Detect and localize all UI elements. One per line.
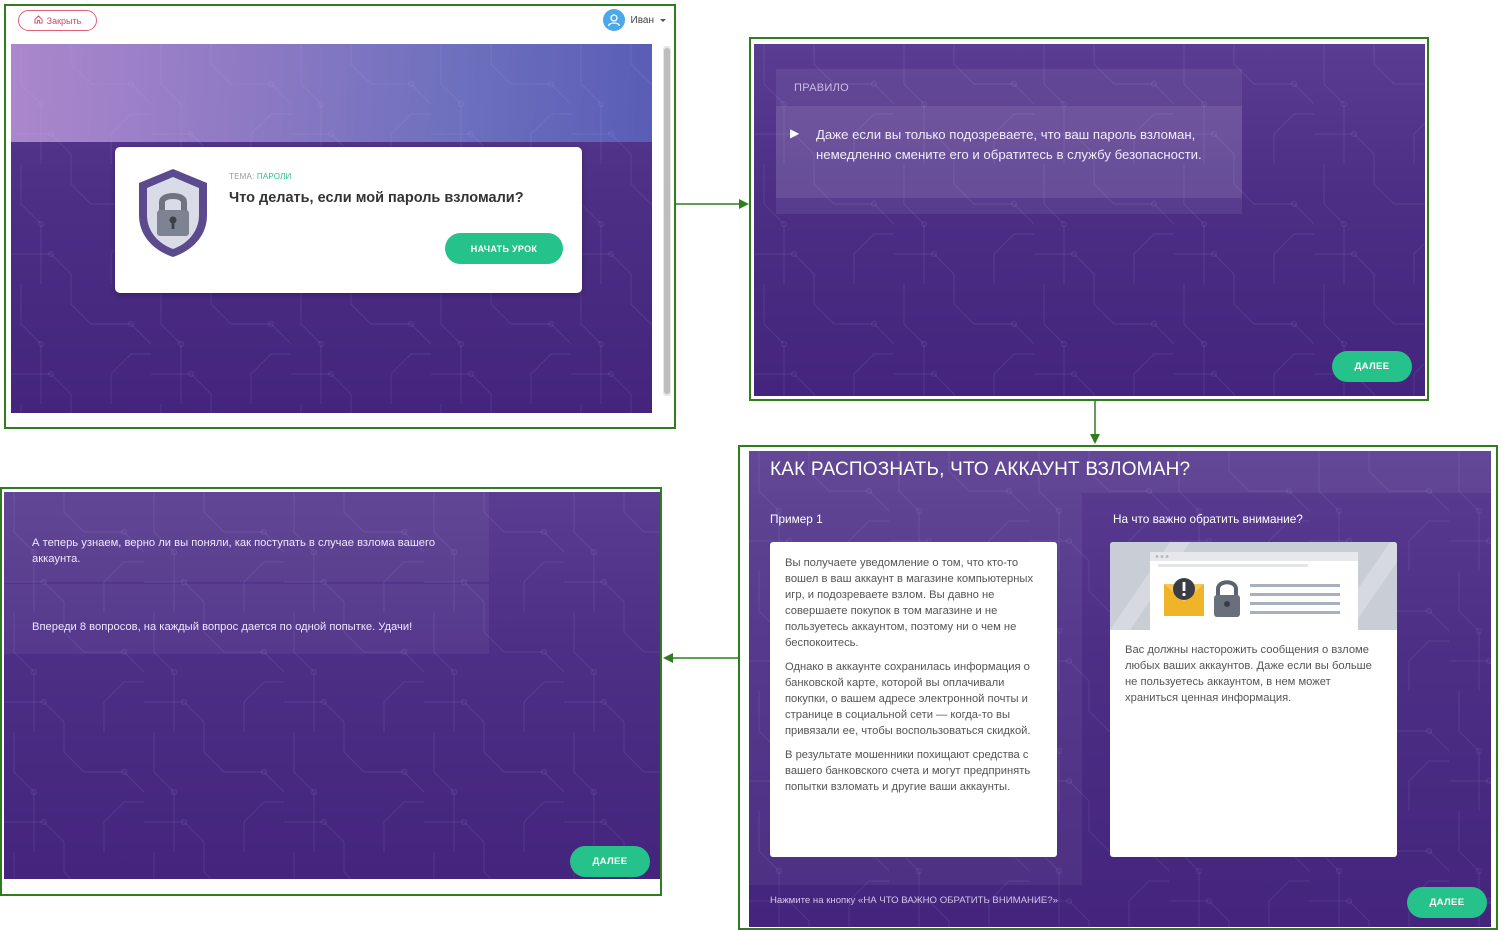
play-icon: ▶ — [790, 126, 800, 140]
topic-label: ТЕМА: — [229, 172, 255, 181]
next-button[interactable]: ДАЛЕЕ — [1407, 887, 1487, 918]
next-button[interactable]: ДАЛЕЕ — [1332, 351, 1412, 382]
example-paragraph-2: Однако в аккаунте сохранилась информация… — [785, 661, 1031, 737]
attention-heading[interactable]: На что важно обратить внимание? — [1113, 512, 1303, 526]
attention-text: Вас должны насторожить сообщения о взлом… — [1125, 644, 1372, 704]
flow-arrow-left — [663, 653, 738, 663]
lesson-topic: ТЕМА: ПАРОЛИ — [229, 172, 291, 181]
attention-card: Вас должны насторожить сообщения о взлом… — [1110, 542, 1397, 857]
lesson-title: Что делать, если мой пароль взломали? — [229, 190, 524, 206]
scrollbar-thumb[interactable] — [664, 48, 670, 394]
flow-arrow-down — [1090, 401, 1100, 444]
shield-lock-icon — [139, 169, 207, 257]
rule-text: Даже если вы только подозреваете, что ва… — [816, 127, 1202, 162]
quiz-intro-stage: А теперь узнаем, верно ли вы поняли, как… — [4, 492, 660, 879]
user-name: Иван — [630, 14, 654, 26]
example-slide-window: КАК РАСПОЗНАТЬ, ЧТО АККАУНТ ВЗЛОМАН? При… — [738, 445, 1498, 930]
quiz-intro-text: А теперь узнаем, верно ли вы поняли, как… — [32, 537, 436, 565]
start-lesson-button[interactable]: НАЧАТЬ УРОК — [445, 233, 563, 264]
rule-box: ПРАВИЛО ▶ Даже если вы только подозревае… — [776, 69, 1242, 214]
top-bar: Закрыть Иван — [6, 6, 674, 42]
rule-body: ▶ Даже если вы только подозреваете, что … — [776, 106, 1242, 198]
quiz-intro-window: А теперь узнаем, верно ли вы поняли, как… — [0, 487, 662, 896]
example-paragraph-1: Вы получаете уведомление о том, что кто-… — [785, 557, 1034, 649]
next-button[interactable]: ДАЛЕЕ — [570, 846, 650, 877]
example-heading[interactable]: Пример 1 — [770, 512, 823, 526]
topic-value[interactable]: ПАРОЛИ — [257, 172, 292, 181]
rule-slide-window: ПРАВИЛО ▶ Даже если вы только подозревае… — [749, 37, 1429, 401]
avatar — [602, 9, 625, 31]
example-stage: КАК РАСПОЗНАТЬ, ЧТО АККАУНТ ВЗЛОМАН? При… — [749, 451, 1491, 927]
quiz-rules-text: Впереди 8 вопросов, на каждый вопрос дае… — [32, 621, 413, 633]
rule-stage: ПРАВИЛО ▶ Даже если вы только подозревае… — [754, 44, 1425, 396]
slide-header: КАК РАСПОЗНАТЬ, ЧТО АККАУНТ ВЗЛОМАН? — [749, 451, 1491, 493]
lesson-stage: ТЕМА: ПАРОЛИ Что делать, если мой пароль… — [11, 44, 652, 413]
lesson-start-window: Закрыть Иван ТЕМА: ПАРОЛИ Что делать, ес… — [4, 4, 676, 429]
close-button[interactable]: Закрыть — [18, 10, 97, 31]
slide-title: КАК РАСПОЗНАТЬ, ЧТО АККАУНТ ВЗЛОМАН? — [770, 459, 1191, 480]
user-menu[interactable]: Иван — [602, 9, 666, 31]
example-card: Вы получаете уведомление о том, что кто-… — [770, 542, 1057, 857]
chevron-down-icon — [660, 15, 666, 26]
browser-alert-illustration — [1110, 542, 1397, 630]
home-icon — [34, 15, 43, 26]
scrollbar[interactable] — [663, 46, 671, 396]
lesson-card: ТЕМА: ПАРОЛИ Что делать, если мой пароль… — [115, 147, 582, 293]
rule-label: ПРАВИЛО — [794, 82, 849, 94]
hint-text: Нажмите на кнопку «НА ЧТО ВАЖНО ОБРАТИТЬ… — [770, 895, 1058, 906]
close-button-label: Закрыть — [46, 15, 82, 26]
flow-arrow-right — [676, 199, 749, 209]
example-paragraph-3: В результате мошенники похищают средства… — [785, 749, 1031, 793]
